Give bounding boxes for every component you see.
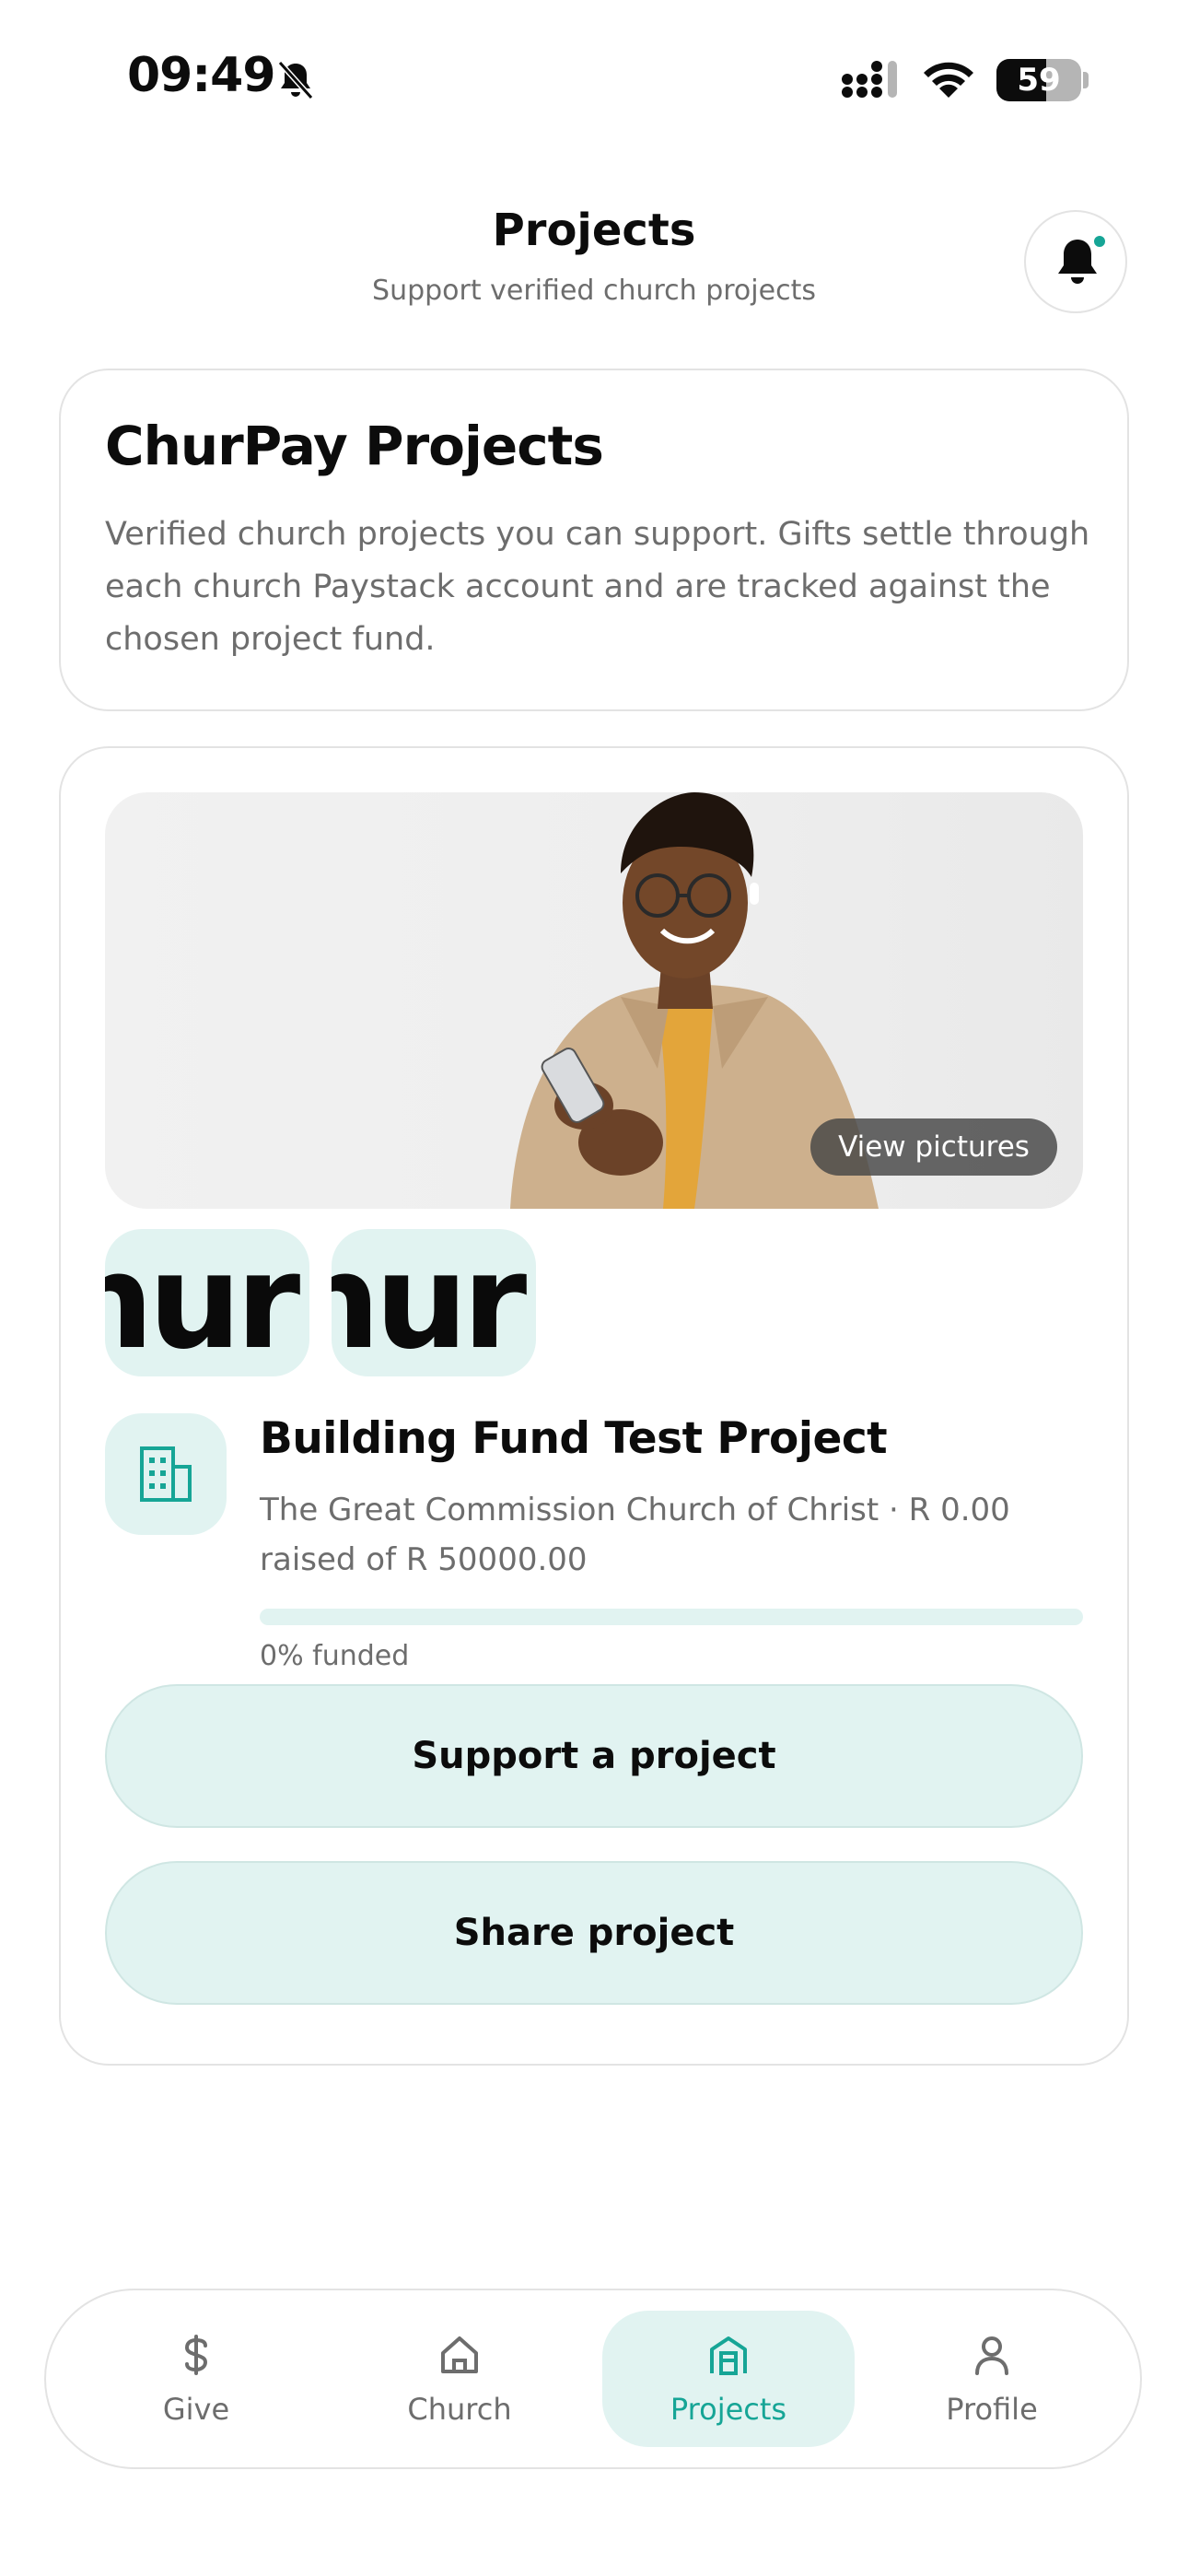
status-bar: 09:49 59 <box>0 0 1188 157</box>
notification-dot <box>1092 234 1107 249</box>
signal-icon <box>842 61 897 98</box>
nav-item-profile[interactable]: Profile <box>866 2311 1118 2447</box>
battery-tip <box>1083 72 1089 88</box>
nav-label-projects: Projects <box>670 2392 787 2427</box>
battery-indicator: 59 <box>996 59 1081 101</box>
thumbnail-logo-text: hur <box>332 1229 527 1376</box>
person-icon <box>975 2336 1008 2375</box>
building-icon <box>710 2336 747 2375</box>
project-hero-image[interactable]: View pictures <box>105 792 1083 1209</box>
home-icon <box>441 2336 478 2373</box>
nav-label-profile: Profile <box>946 2392 1038 2427</box>
project-type-badge <box>105 1413 227 1535</box>
status-time: 09:49 <box>127 48 276 103</box>
project-name: Building Fund Test Project <box>260 1413 888 1464</box>
nav-label-church: Church <box>407 2392 512 2427</box>
intro-description: Verified church projects you can support… <box>105 516 1090 658</box>
wifi-icon <box>924 62 973 98</box>
bottom-nav: Give Church Projects Profile <box>44 2289 1142 2469</box>
view-pictures-button[interactable]: View pictures <box>810 1118 1057 1176</box>
nav-item-give[interactable]: Give <box>70 2311 322 2447</box>
nav-item-projects[interactable]: Projects <box>602 2311 855 2447</box>
project-card: View pictures hur hur Building Fund Test… <box>59 746 1129 2066</box>
building-icon <box>140 1446 192 1502</box>
support-project-button[interactable]: Support a project <box>105 1684 1083 1828</box>
nav-label-give: Give <box>162 2392 230 2427</box>
funding-progress-bar <box>260 1609 1083 1625</box>
nav-item-church[interactable]: Church <box>333 2311 586 2447</box>
bell-off-icon <box>277 60 314 100</box>
dollar-icon <box>184 2335 208 2375</box>
funding-progress-label: 0% funded <box>260 1640 410 1672</box>
intro-title: ChurPay Projects <box>105 415 604 477</box>
page-title: Projects <box>492 205 696 256</box>
project-thumbnail[interactable]: hur <box>105 1229 309 1376</box>
notifications-button[interactable] <box>1024 210 1127 313</box>
share-project-button[interactable]: Share project <box>105 1861 1083 2005</box>
page-subtitle: Support verified church projects <box>372 275 816 307</box>
battery-percent: 59 <box>1017 62 1061 99</box>
project-meta: The Great Commission Church of Christ · … <box>260 1492 1010 1578</box>
thumbnail-logo-text: hur <box>105 1229 300 1376</box>
intro-card: ChurPay Projects Verified church project… <box>59 369 1129 711</box>
project-thumbnail[interactable]: hur <box>332 1229 536 1376</box>
